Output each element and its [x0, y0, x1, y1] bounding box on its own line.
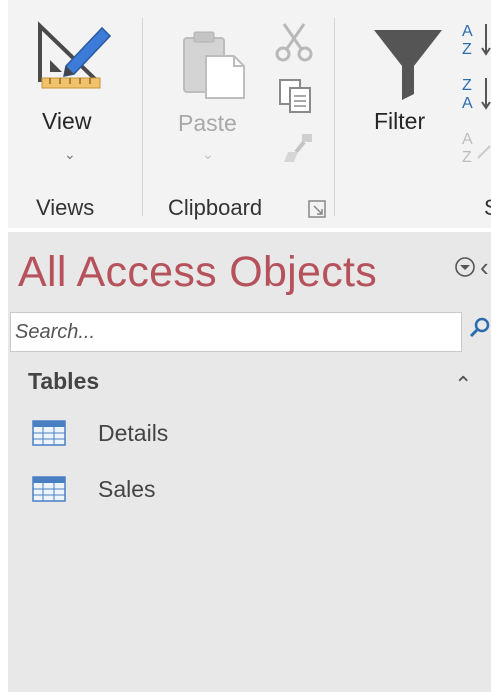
clipboard-group: Paste ⌄ Clipboard — [144, 0, 334, 228]
paste-button[interactable]: Paste ⌄ — [168, 14, 258, 174]
svg-text:A: A — [462, 95, 473, 112]
views-group-label: Views — [36, 195, 95, 220]
svg-text:A: A — [462, 23, 473, 40]
paste-dropdown-chevron-icon[interactable]: ⌄ — [202, 146, 214, 163]
search-icon[interactable] — [468, 316, 491, 340]
filter-icon — [374, 30, 442, 100]
nav-group-header-tables[interactable]: Tables — [28, 368, 99, 395]
collapse-icon[interactable]: ⌃ — [454, 372, 472, 398]
cut-icon[interactable] — [272, 20, 316, 64]
ribbon-separator — [142, 18, 143, 216]
sort-ascending-icon[interactable]: A Z — [460, 20, 491, 60]
sort-filter-group: Filter A Z Z A A Z S — [338, 0, 491, 228]
nav-item-details[interactable]: Details — [32, 418, 332, 454]
shutter-icon[interactable]: ‹ — [480, 252, 489, 283]
paste-button-label: Paste — [178, 110, 237, 136]
search-input[interactable]: Search... — [10, 312, 462, 352]
remove-sort-icon[interactable]: A Z — [460, 128, 491, 168]
clipboard-group-label: Clipboard — [168, 195, 263, 220]
view-button-label: View — [42, 108, 92, 134]
sort-descending-icon[interactable]: Z A — [460, 74, 491, 114]
svg-text:Z: Z — [462, 149, 472, 166]
nav-pane-title[interactable]: All Access Objects — [18, 248, 377, 297]
format-painter-icon[interactable] — [278, 128, 318, 168]
copy-icon[interactable] — [276, 76, 316, 116]
svg-text:A: A — [462, 131, 473, 148]
nav-item-label: Sales — [98, 476, 156, 502]
filter-button[interactable]: Filter — [366, 14, 452, 174]
navigation-pane: All Access Objects ‹ Search... Tables ⌃ … — [8, 232, 491, 692]
ribbon: View ⌄ Views Paste ⌄ Clipboard Filter A … — [8, 0, 491, 228]
dialog-launcher-icon[interactable] — [308, 200, 326, 218]
filter-button-label: Filter — [374, 108, 426, 134]
nav-menu-icon[interactable] — [454, 256, 476, 278]
svg-text:Z: Z — [462, 77, 472, 94]
paste-icon — [183, 31, 245, 99]
sort-filter-group-label: S — [484, 195, 491, 221]
nav-item-label: Details — [98, 420, 169, 446]
view-button[interactable]: View ⌄ — [26, 14, 122, 174]
nav-item-sales[interactable]: Sales — [32, 474, 332, 510]
table-icon — [32, 476, 66, 502]
svg-text:Z: Z — [462, 41, 472, 58]
table-icon — [32, 420, 66, 446]
view-dropdown-chevron-icon[interactable]: ⌄ — [64, 146, 76, 163]
views-group: View ⌄ Views — [8, 0, 140, 228]
view-icon — [38, 21, 112, 89]
ribbon-separator — [334, 18, 335, 216]
